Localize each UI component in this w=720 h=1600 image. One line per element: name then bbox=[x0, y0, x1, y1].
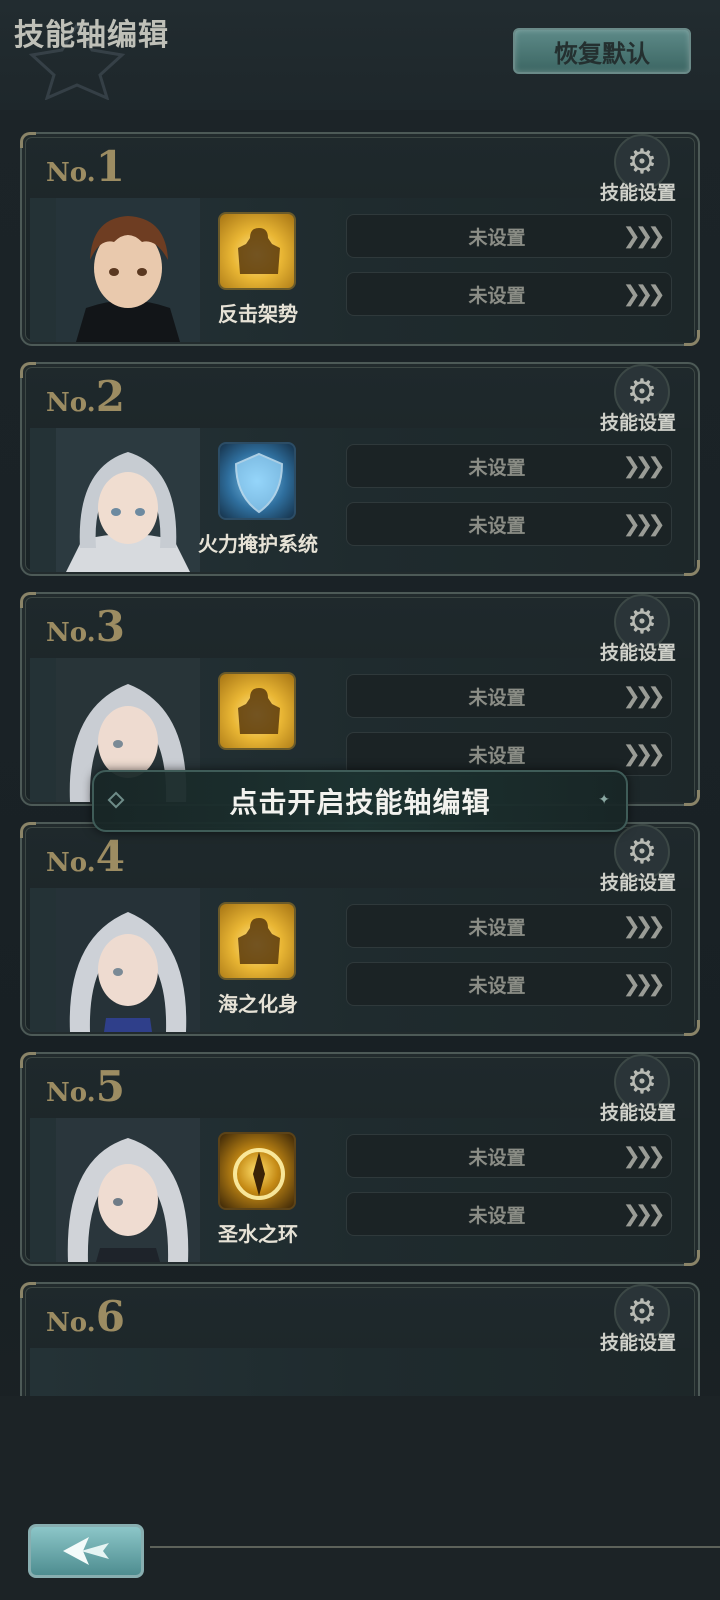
skill-slot[interactable]: 未设置 ❯❯❯ bbox=[346, 214, 672, 258]
gold-warrior-icon[interactable] bbox=[218, 902, 296, 980]
triple-chevron-icon: ❯❯❯ bbox=[622, 683, 665, 709]
timeline-card-5: No. 5 ⚙ 技能设置 圣水之环 未设置 ❯❯❯ 未设置 ❯❯❯ bbox=[20, 1052, 700, 1266]
card-corner bbox=[20, 362, 36, 378]
timeline-card-1: No. 1 ⚙ 技能设置 反击架势 未设置 ❯❯❯ 未设置 ❯❯❯ bbox=[20, 132, 700, 346]
triple-chevron-icon: ❯❯❯ bbox=[622, 971, 665, 997]
skill-timeline-list[interactable]: No. 1 ⚙ 技能设置 反击架势 未设置 ❯❯❯ 未设置 ❯❯❯ No. 2 … bbox=[0, 128, 720, 1396]
diamond-icon bbox=[107, 791, 125, 809]
gear-icon: ⚙ bbox=[626, 832, 658, 872]
card-band bbox=[30, 1348, 694, 1396]
gold-warrior-icon[interactable] bbox=[218, 672, 296, 750]
skill-name: 圣水之环 bbox=[218, 1222, 298, 1246]
skill-slot[interactable]: 未设置 ❯❯❯ bbox=[346, 1192, 672, 1236]
skill-slot[interactable]: 未设置 ❯❯❯ bbox=[346, 674, 672, 718]
skill-slot[interactable]: 未设置 ❯❯❯ bbox=[346, 502, 672, 546]
gear-icon: ⚙ bbox=[626, 372, 658, 412]
triple-chevron-icon: ❯❯❯ bbox=[622, 281, 665, 307]
page-title: 技能轴编辑 bbox=[14, 18, 169, 53]
skill-slot[interactable]: 未设置 ❯❯❯ bbox=[346, 1134, 672, 1178]
character-portrait[interactable] bbox=[56, 888, 200, 1032]
skill-settings-label[interactable]: 技能设置 bbox=[588, 638, 688, 665]
enable-timeline-edit-banner[interactable]: 点击开启技能轴编辑 ✦ bbox=[92, 770, 628, 832]
skill-slot[interactable]: 未设置 ❯❯❯ bbox=[346, 962, 672, 1006]
footer-divider bbox=[150, 1546, 720, 1548]
blue-shield-icon[interactable] bbox=[218, 442, 296, 520]
gear-icon: ⚙ bbox=[626, 602, 658, 642]
triple-chevron-icon: ❯❯❯ bbox=[622, 453, 665, 479]
skill-slot[interactable]: 未设置 ❯❯❯ bbox=[346, 904, 672, 948]
skill-name: 反击架势 bbox=[218, 302, 298, 326]
timeline-card-4: No. 4 ⚙ 技能设置 海之化身 未设置 ❯❯❯ 未设置 ❯❯❯ bbox=[20, 822, 700, 1036]
character-portrait[interactable] bbox=[56, 1118, 200, 1262]
gold-warrior-icon[interactable] bbox=[218, 212, 296, 290]
skill-slot[interactable]: 未设置 ❯❯❯ bbox=[346, 272, 672, 316]
timeline-card-2: No. 2 ⚙ 技能设置 火力掩护系统 未设置 ❯❯❯ 未设置 ❯❯❯ bbox=[20, 362, 700, 576]
triple-chevron-icon: ❯❯❯ bbox=[622, 913, 665, 939]
card-corner bbox=[20, 592, 36, 608]
triple-chevron-icon: ❯❯❯ bbox=[622, 1143, 665, 1169]
triple-chevron-icon: ❯❯❯ bbox=[622, 741, 665, 767]
triple-chevron-icon: ❯❯❯ bbox=[622, 223, 665, 249]
triple-chevron-icon: ❯❯❯ bbox=[622, 511, 665, 537]
card-number: No. 1 bbox=[46, 142, 125, 191]
card-number: No. 2 bbox=[46, 372, 125, 421]
skill-settings-label[interactable]: 技能设置 bbox=[588, 868, 688, 895]
back-button[interactable] bbox=[28, 1524, 144, 1578]
reset-default-button[interactable]: 恢复默认 bbox=[513, 28, 691, 74]
gear-icon: ⚙ bbox=[626, 142, 658, 182]
header: 技能轴编辑 恢复默认 bbox=[0, 0, 720, 110]
card-number: No. 4 bbox=[46, 832, 125, 881]
skill-settings-label[interactable]: 技能设置 bbox=[588, 1098, 688, 1125]
skill-settings-label[interactable]: 技能设置 bbox=[588, 408, 688, 435]
triple-chevron-icon: ❯❯❯ bbox=[622, 1201, 665, 1227]
timeline-card-6: No. 6 ⚙ 技能设置 bbox=[20, 1282, 700, 1396]
card-corner bbox=[20, 1282, 36, 1298]
card-number: No. 3 bbox=[46, 602, 125, 651]
skill-settings-label[interactable]: 技能设置 bbox=[588, 1328, 688, 1355]
back-arrow-icon bbox=[63, 1537, 109, 1565]
card-corner bbox=[20, 1052, 36, 1068]
skill-name: 火力掩护系统 bbox=[198, 532, 318, 556]
gear-icon: ⚙ bbox=[626, 1062, 658, 1102]
golden-ring-icon[interactable] bbox=[218, 1132, 296, 1210]
card-corner bbox=[20, 132, 36, 148]
character-portrait[interactable] bbox=[56, 428, 200, 572]
skill-name: 海之化身 bbox=[218, 992, 298, 1016]
card-number: No. 5 bbox=[46, 1062, 125, 1111]
gear-icon: ⚙ bbox=[626, 1292, 658, 1332]
skill-settings-label[interactable]: 技能设置 bbox=[588, 178, 688, 205]
skill-slot[interactable]: 未设置 ❯❯❯ bbox=[346, 444, 672, 488]
sparkle-icon: ✦ bbox=[598, 792, 610, 808]
card-corner bbox=[20, 822, 36, 838]
banner-text: 点击开启技能轴编辑 bbox=[229, 786, 491, 819]
card-number: No. 6 bbox=[46, 1292, 125, 1341]
character-portrait[interactable] bbox=[56, 198, 200, 342]
